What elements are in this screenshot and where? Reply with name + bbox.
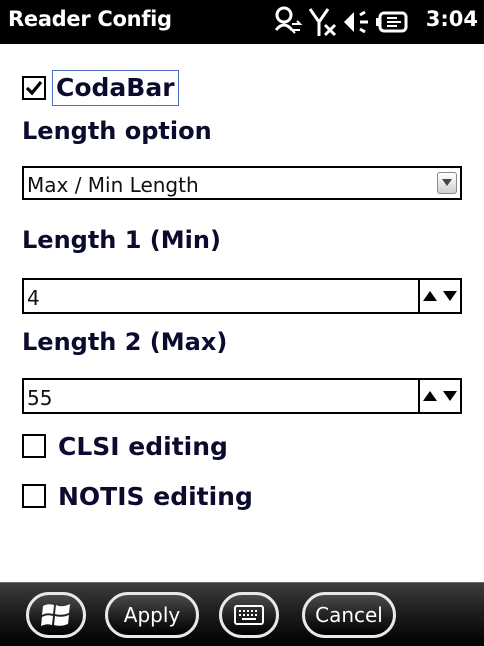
notis-label[interactable]: NOTIS editing bbox=[58, 482, 253, 511]
codabar-checkbox[interactable] bbox=[22, 76, 46, 100]
bottom-menu-bar: Apply Cancel bbox=[0, 582, 484, 646]
speaker-icon[interactable] bbox=[342, 6, 372, 38]
clsi-label[interactable]: CLSI editing bbox=[58, 432, 228, 461]
apply-label: Apply bbox=[123, 603, 181, 627]
windows-start-icon bbox=[41, 604, 70, 626]
status-bar: Reader Config 3:04 bbox=[0, 0, 484, 44]
cancel-label: Cancel bbox=[315, 603, 383, 627]
clsi-checkbox[interactable] bbox=[22, 434, 46, 458]
length-option-heading: Length option bbox=[22, 117, 212, 145]
length-option-select[interactable]: Max / Min Length bbox=[22, 166, 462, 200]
apply-button[interactable]: Apply bbox=[105, 592, 199, 638]
length2-increment-icon[interactable] bbox=[418, 380, 440, 412]
sync-person-icon[interactable] bbox=[272, 6, 304, 38]
status-clock[interactable]: 3:04 bbox=[426, 7, 478, 31]
keyboard-icon bbox=[234, 605, 264, 625]
start-button[interactable] bbox=[26, 592, 86, 638]
length1-heading: Length 1 (Min) bbox=[22, 226, 221, 254]
length2-heading: Length 2 (Max) bbox=[22, 328, 228, 356]
cancel-button[interactable]: Cancel bbox=[302, 592, 396, 638]
length1-value[interactable]: 4 bbox=[27, 286, 40, 310]
battery-plug-icon[interactable] bbox=[375, 6, 409, 38]
codabar-label[interactable]: CodaBar bbox=[52, 70, 179, 106]
length2-value[interactable]: 55 bbox=[27, 386, 52, 410]
length-option-selected-value: Max / Min Length bbox=[27, 173, 199, 197]
notis-checkbox-row[interactable]: NOTIS editing bbox=[22, 476, 253, 516]
notis-checkbox[interactable] bbox=[22, 484, 46, 508]
length1-stepper[interactable]: 4 bbox=[22, 278, 462, 314]
signal-off-icon[interactable] bbox=[308, 6, 338, 38]
keyboard-button[interactable] bbox=[219, 592, 279, 638]
clsi-checkbox-row[interactable]: CLSI editing bbox=[22, 426, 228, 466]
length1-increment-icon[interactable] bbox=[418, 280, 440, 312]
length1-decrement-icon[interactable] bbox=[440, 280, 460, 312]
length2-stepper[interactable]: 55 bbox=[22, 378, 462, 414]
app-title: Reader Config bbox=[8, 7, 172, 31]
codabar-checkbox-row[interactable]: CodaBar bbox=[22, 68, 179, 108]
length2-decrement-icon[interactable] bbox=[440, 380, 460, 412]
dropdown-arrow-icon[interactable] bbox=[437, 172, 457, 194]
